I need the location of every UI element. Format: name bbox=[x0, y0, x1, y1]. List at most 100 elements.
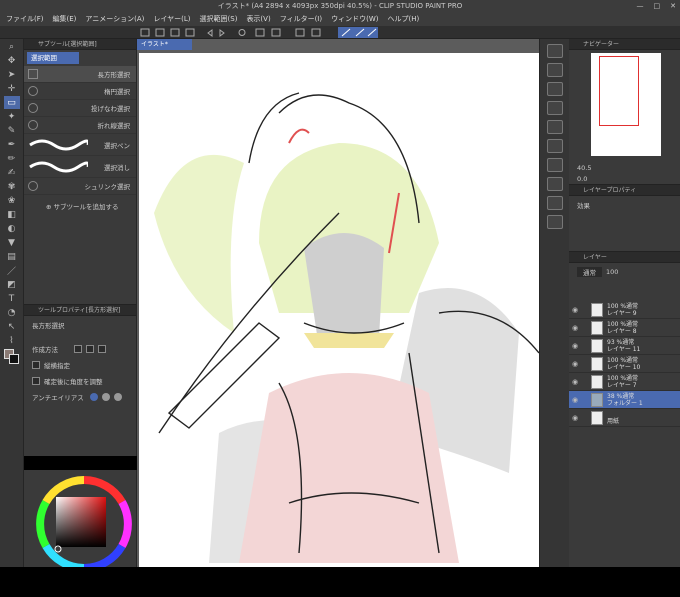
menu-help[interactable]: ヘルプ(H) bbox=[387, 14, 419, 24]
command-icons[interactable] bbox=[0, 26, 680, 39]
zoom-value[interactable]: 40.5 bbox=[577, 164, 591, 172]
layer-row[interactable]: ◉ 93 %通常 レイヤー 11 bbox=[569, 337, 680, 355]
brush-stroke-icon bbox=[29, 139, 88, 151]
illustration-canvas[interactable] bbox=[139, 53, 539, 567]
material-folder-icon[interactable] bbox=[546, 158, 563, 172]
material-folder-icon[interactable] bbox=[546, 215, 563, 229]
subtool-item-lasso[interactable]: 投げなわ選択 bbox=[24, 100, 136, 117]
pen-tool-icon[interactable]: ✒ bbox=[4, 138, 20, 151]
menu-animation[interactable]: アニメーション(A) bbox=[85, 14, 144, 24]
material-folder-icon[interactable] bbox=[546, 177, 563, 191]
blend-mode-select[interactable]: 通常 bbox=[577, 267, 602, 277]
maximize-icon[interactable]: □ bbox=[654, 0, 661, 12]
layer-thumbnail bbox=[591, 302, 603, 317]
material-folder-icon[interactable] bbox=[546, 101, 563, 115]
mode-row: 作成方法 bbox=[24, 342, 136, 356]
eye-icon[interactable]: ◉ bbox=[569, 306, 581, 314]
layer-header: レイヤー bbox=[569, 252, 680, 263]
subtool-item-rect[interactable]: 長方形選択 bbox=[24, 66, 136, 83]
tool-property-panel: ツールプロパティ[長方形選択] 長方形選択 作成方法 縦横指定 確定後に角度を調… bbox=[24, 304, 137, 456]
angle-value[interactable]: 0.0 bbox=[577, 175, 587, 183]
material-folder-icon[interactable] bbox=[546, 196, 563, 210]
mode-new-button[interactable] bbox=[74, 345, 82, 353]
layer-row[interactable]: ◉ 100 %通常 レイヤー 10 bbox=[569, 355, 680, 373]
shrink-select-icon bbox=[28, 181, 38, 191]
material-folder-icon[interactable] bbox=[546, 139, 563, 153]
layer-property-panel: レイヤープロパティ 効果 bbox=[569, 184, 680, 251]
subtool-item-select-eraser[interactable]: 選択消し bbox=[24, 156, 136, 178]
antialias-row: アンチエイリアス bbox=[24, 390, 136, 404]
eraser-tool-icon[interactable]: ◧ bbox=[4, 208, 20, 221]
ruler-tool-icon[interactable]: ↖ bbox=[4, 320, 20, 333]
subtool-tab[interactable]: 選択範囲 bbox=[27, 52, 79, 64]
move-tool-icon[interactable]: ✥ bbox=[4, 54, 20, 67]
color-wheel-panel bbox=[24, 470, 137, 572]
correct-line-icon[interactable]: ⌇ bbox=[4, 334, 20, 347]
eye-icon[interactable]: ◉ bbox=[569, 342, 581, 350]
aa-mid-option[interactable] bbox=[113, 393, 122, 401]
navigator-preview[interactable] bbox=[591, 53, 661, 156]
mode-add-button[interactable] bbox=[86, 345, 94, 353]
layerprop-header: レイヤープロパティ bbox=[569, 185, 680, 196]
menu-filter[interactable]: フィルター(I) bbox=[280, 14, 322, 24]
eye-icon[interactable]: ◉ bbox=[569, 378, 581, 386]
title-bar: イラスト* (A4 2894 x 4093px 350dpi 40.5%) - … bbox=[0, 0, 680, 12]
auto-select-icon[interactable]: ✦ bbox=[4, 110, 20, 123]
airbrush-tool-icon[interactable]: ✾ bbox=[4, 180, 20, 193]
angle-checkbox[interactable] bbox=[32, 377, 40, 385]
aa-weak-option[interactable] bbox=[101, 393, 110, 401]
menu-selection[interactable]: 選択範囲(S) bbox=[200, 14, 238, 24]
menu-layer[interactable]: レイヤー(L) bbox=[153, 14, 190, 24]
canvas-tab[interactable]: イラスト* bbox=[137, 39, 192, 50]
figure-tool-icon[interactable]: ／ bbox=[4, 264, 20, 277]
selection-tool-icon[interactable]: ▭ bbox=[3, 96, 20, 109]
zoom-tool-icon[interactable]: ⌕ bbox=[4, 40, 20, 53]
balloon-tool-icon[interactable]: ◔ bbox=[4, 306, 20, 319]
subtool-item-shrink[interactable]: シュリンク選択 bbox=[24, 178, 136, 195]
eye-icon[interactable]: ◉ bbox=[569, 414, 581, 422]
frame-tool-icon[interactable]: ◩ bbox=[4, 278, 20, 291]
fill-tool-icon[interactable]: ▼ bbox=[4, 236, 20, 249]
opacity-value[interactable]: 100 bbox=[606, 268, 618, 276]
mode-sub-button[interactable] bbox=[98, 345, 106, 353]
eye-icon[interactable]: ◉ bbox=[569, 360, 581, 368]
eyedropper-icon[interactable]: ✎ bbox=[4, 124, 20, 137]
toolprop-header: ツールプロパティ[長方形選択] bbox=[24, 305, 136, 316]
layer-row-paper[interactable]: ◉ 用紙 bbox=[569, 409, 680, 427]
folder-icon bbox=[591, 392, 603, 407]
material-folder-icon[interactable] bbox=[546, 63, 563, 77]
blend-tool-icon[interactable]: ◐ bbox=[4, 222, 20, 235]
layer-row[interactable]: ◉ 100 %通常 レイヤー 7 bbox=[569, 373, 680, 391]
pencil-tool-icon[interactable]: ✏ bbox=[4, 152, 20, 165]
layer-row[interactable]: ◉ 100 %通常 レイヤー 9 bbox=[569, 301, 680, 319]
add-subtool-button[interactable]: ⊕ サブツールを追加する bbox=[24, 201, 136, 211]
menu-file[interactable]: ファイル(F) bbox=[6, 14, 44, 24]
layer-row-folder[interactable]: ◉ 38 %通常 フォルダー 1 bbox=[569, 391, 680, 409]
menu-window[interactable]: ウィンドウ(W) bbox=[331, 14, 378, 24]
text-tool-icon[interactable]: T bbox=[4, 292, 20, 305]
color-wheel[interactable] bbox=[24, 470, 137, 572]
operation-tool-icon[interactable]: ➤ bbox=[4, 68, 20, 81]
layer-move-icon[interactable]: ✛ bbox=[4, 82, 20, 95]
layer-row[interactable]: ◉ 100 %通常 レイヤー 8 bbox=[569, 319, 680, 337]
minimize-icon[interactable]: — bbox=[637, 0, 644, 12]
subtool-item-ellipse[interactable]: 楕円選択 bbox=[24, 83, 136, 100]
subtool-item-select-pen[interactable]: 選択ペン bbox=[24, 134, 136, 156]
decoration-tool-icon[interactable]: ❀ bbox=[4, 194, 20, 207]
aa-none-option[interactable] bbox=[89, 393, 98, 401]
subtool-item-polyline[interactable]: 折れ線選択 bbox=[24, 117, 136, 134]
menu-edit[interactable]: 編集(E) bbox=[53, 14, 77, 24]
eye-icon[interactable]: ◉ bbox=[569, 324, 581, 332]
material-folder-icon[interactable] bbox=[546, 120, 563, 134]
menu-view[interactable]: 表示(V) bbox=[246, 14, 270, 24]
eye-icon[interactable]: ◉ bbox=[569, 396, 581, 404]
navigator-view-frame[interactable] bbox=[599, 56, 639, 126]
main-sub-color-icon[interactable] bbox=[3, 349, 20, 365]
material-folder-icon[interactable] bbox=[546, 82, 563, 96]
close-icon[interactable]: ✕ bbox=[670, 0, 676, 12]
brush-tool-icon[interactable]: ✍ bbox=[4, 166, 20, 179]
gradient-tool-icon[interactable]: ▤ bbox=[4, 250, 20, 263]
aspect-checkbox[interactable] bbox=[32, 361, 40, 369]
search-icon[interactable] bbox=[546, 44, 563, 58]
aspect-row: 縦横指定 bbox=[24, 358, 136, 372]
